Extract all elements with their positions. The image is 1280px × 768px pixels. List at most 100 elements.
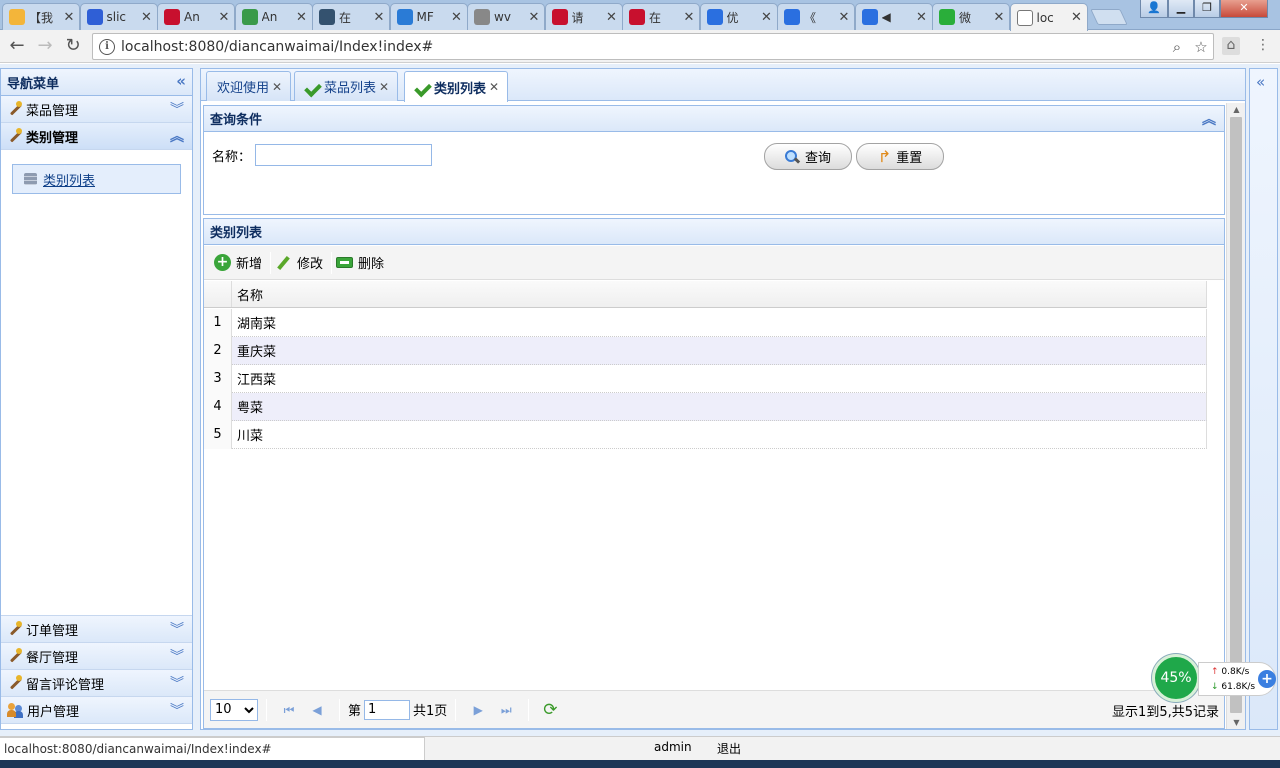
browser-tab[interactable]: An ✕ [157,3,235,30]
close-tab-icon[interactable]: ✕ [528,10,540,25]
close-tab-icon[interactable]: ✕ [296,10,308,25]
browser-tab[interactable]: loc ✕ [1009,3,1088,31]
browser-tab[interactable]: An ✕ [234,3,313,30]
browser-tab[interactable]: ◀ ✕ [854,3,933,30]
wechat-icon [939,9,955,25]
close-tab-icon[interactable]: ✕ [489,80,499,94]
close-tab-icon[interactable]: ✕ [683,10,695,25]
content-tab[interactable]: 类别列表 ✕ [404,71,509,102]
user-icon[interactable]: 👤 [1140,0,1168,18]
sidebar-item-label[interactable]: 类别列表 [43,170,95,189]
close-tab-icon[interactable]: ✕ [272,80,282,94]
info-icon[interactable]: i [99,38,115,55]
close-tab-icon[interactable]: ✕ [838,10,850,25]
back-icon[interactable]: ← [6,35,28,57]
scroll-thumb[interactable] [1230,117,1242,713]
browser-tab[interactable]: MF ✕ [389,3,468,30]
logout-link[interactable]: 退出 [717,740,741,757]
browser-tab[interactable]: 在 ✕ [312,3,390,30]
refresh-icon[interactable]: ⟳ [543,700,557,720]
sidebar-group-restaurants[interactable]: 餐厅管理 ︾ [1,643,192,670]
table-row[interactable]: 5 川菜 [204,420,1207,449]
table-row[interactable]: 1 湖南菜 [204,308,1207,337]
csdn-icon [629,9,645,25]
extension-icon[interactable]: ⌂ [1222,37,1240,55]
close-tab-icon[interactable]: ✕ [606,10,618,25]
chevron-down-icon[interactable]: ︾ [170,99,184,119]
chevron-down-icon[interactable]: ︾ [170,646,184,666]
table-row[interactable]: 2 重庆菜 [204,336,1207,365]
close-tab-icon[interactable]: ✕ [373,10,385,25]
close-tab-icon[interactable]: ✕ [451,10,463,25]
browser-tab[interactable]: wv ✕ [467,3,545,30]
chevron-up-icon[interactable]: ︽ [1202,109,1216,129]
close-tab-icon[interactable]: ✕ [1071,10,1083,25]
east-panel-collapsed[interactable]: « [1249,68,1278,730]
name-search-input[interactable] [255,144,433,166]
add-button[interactable]: + 新增 [210,250,270,276]
forward-icon[interactable]: → [34,35,56,57]
browser-tab[interactable]: 【我 ✕ [2,3,80,30]
page-size-select[interactable]: 10 [210,698,258,721]
chevron-up-icon[interactable]: ︽ [170,126,184,146]
content-scrollbar[interactable]: ▲ ▼ [1226,103,1245,729]
browser-tab[interactable]: 优 ✕ [699,3,778,30]
memory-percent[interactable]: 45% [1152,654,1200,702]
close-tab-icon[interactable]: ✕ [63,10,75,25]
search-button[interactable]: 查询 [764,143,852,170]
scroll-up-icon[interactable]: ▲ [1227,105,1246,114]
chevron-down-icon[interactable]: ︾ [170,700,184,720]
bookmark-star-icon[interactable]: ☆ [1189,38,1213,56]
sidebar-group-categories[interactable]: 类别管理 ︽ [1,123,192,150]
chevron-down-icon[interactable]: ︾ [170,619,184,639]
play-icon [706,9,723,25]
table-row[interactable]: 4 粤菜 [204,392,1207,421]
chevron-down-icon[interactable]: ︾ [170,673,184,693]
collapse-left-icon[interactable]: « [176,72,186,90]
address-bar[interactable]: i localhost:8080/diancanwaimai/Index!ind… [92,33,1214,60]
table-row[interactable]: 3 江西菜 [204,364,1207,393]
plus-icon[interactable]: + [1258,670,1276,688]
close-tab-icon[interactable]: ✕ [141,10,153,25]
close-tab-icon[interactable]: ✕ [379,80,389,94]
edit-button[interactable]: 修改 [271,250,331,276]
sidebar-group-comments[interactable]: 留言评论管理 ︾ [1,670,192,697]
sidebar-group-dishes[interactable]: 菜品管理 ︾ [1,96,192,123]
sidebar-group-users[interactable]: 用户管理 ︾ [1,697,192,724]
page-number-input[interactable] [364,699,411,720]
expand-right-panel-icon[interactable]: « [1256,73,1265,91]
csdn-icon [164,9,180,25]
network-speed-widget[interactable]: 45% ↑ 0.8K/s ↓ 61.8K/s + [1152,654,1278,706]
browser-tab[interactable]: 《 ✕ [777,3,855,30]
zoom-icon[interactable]: ⌕ [1165,38,1189,56]
browser-tab[interactable]: 在 ✕ [622,3,700,30]
new-tab-button[interactable] [1090,9,1128,25]
browser-tab-title: An [261,10,278,24]
maximize-icon[interactable]: ❐ [1194,0,1220,18]
close-tab-icon[interactable]: ✕ [761,10,773,25]
reload-icon[interactable]: ↻ [62,35,84,57]
minimize-icon[interactable]: ▁ [1168,0,1194,18]
close-tab-icon[interactable]: ✕ [916,10,928,25]
address-url[interactable]: localhost:8080/diancanwaimai/Index!index… [121,39,1165,55]
prev-page-icon[interactable]: ◀ [306,699,328,721]
first-page-icon[interactable]: ⏮ [278,699,300,721]
close-tab-icon[interactable]: ✕ [993,10,1005,25]
close-window-icon[interactable]: ✕ [1220,0,1268,18]
next-page-icon[interactable]: ▶ [467,699,489,721]
menu-icon[interactable]: ⋮ [1254,37,1272,55]
browser-tab-title: 《 [804,10,817,25]
reset-button[interactable]: ↱ 重置 [856,143,944,170]
content-tab[interactable]: 菜品列表 ✕ [294,71,399,101]
content-tab[interactable]: 欢迎使用 ✕ [206,71,292,101]
column-header-name[interactable]: 名称 [232,281,263,307]
browser-tab[interactable]: 微 ✕ [932,3,1010,30]
delete-button[interactable]: 删除 [332,250,392,276]
browser-tab[interactable]: slic ✕ [79,3,158,30]
sidebar-group-orders[interactable]: 订单管理 ︾ [1,616,192,643]
close-tab-icon[interactable]: ✕ [218,10,230,25]
last-page-icon[interactable]: ⏭ [495,699,517,721]
scroll-down-icon[interactable]: ▼ [1227,718,1246,727]
browser-tab[interactable]: 请 ✕ [544,3,623,30]
sidebar-item-category-list[interactable]: 类别列表 [12,164,181,194]
